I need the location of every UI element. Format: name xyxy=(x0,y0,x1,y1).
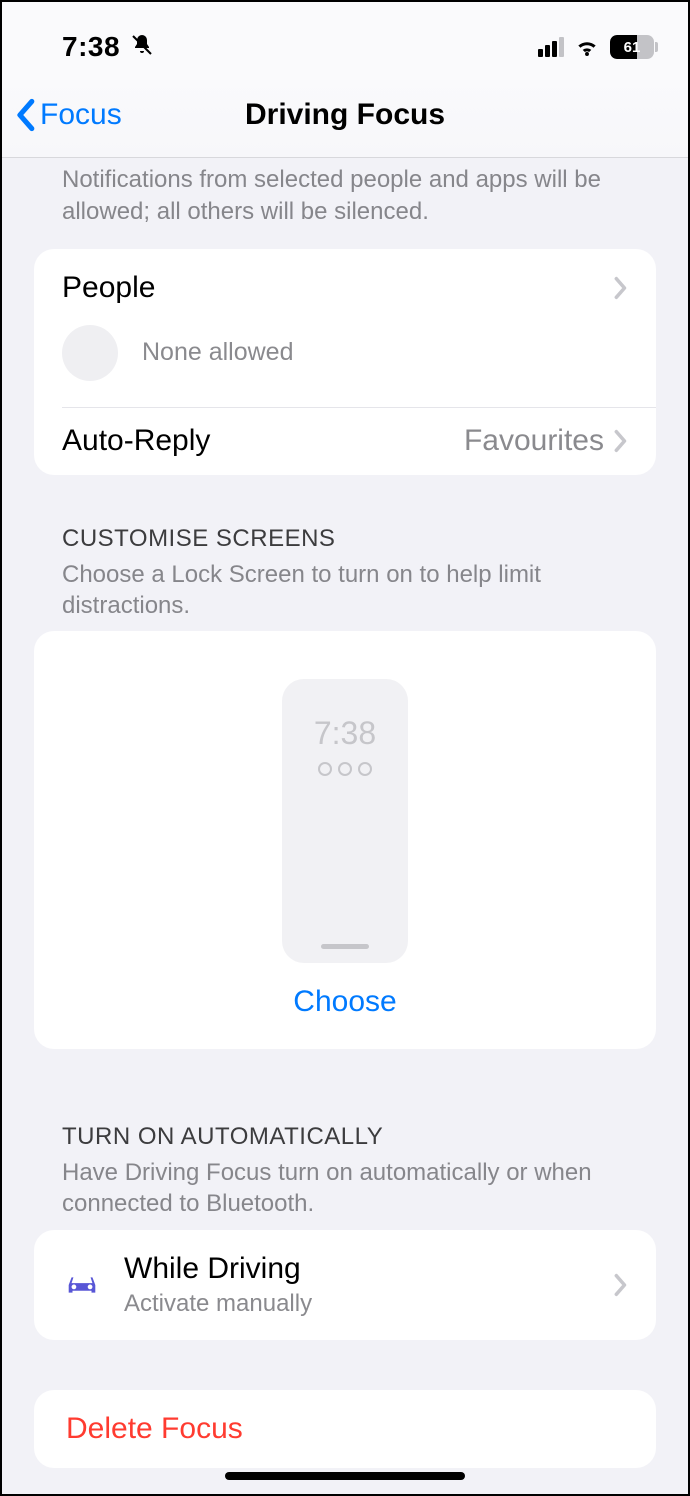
lock-screen-preview-time: 7:38 xyxy=(314,715,376,752)
delete-card: Delete Focus xyxy=(34,1390,656,1468)
silent-bell-icon xyxy=(130,33,154,62)
lock-screen-preview[interactable]: 7:38 xyxy=(282,679,408,963)
choose-button[interactable]: Choose xyxy=(293,985,396,1019)
auto-reply-value: Favourites xyxy=(464,424,604,458)
back-button[interactable]: Focus xyxy=(14,72,122,157)
page-title: Driving Focus xyxy=(245,98,445,132)
chevron-right-icon xyxy=(614,276,628,300)
auto-reply-row[interactable]: Auto-Reply Favourites xyxy=(34,407,656,475)
home-indicator[interactable] xyxy=(225,1472,465,1480)
preview-dots-icon xyxy=(318,762,372,776)
auto-reply-label: Auto-Reply xyxy=(62,424,464,458)
while-driving-sub: Activate manually xyxy=(124,1290,592,1318)
chevron-right-icon xyxy=(614,1273,628,1297)
customise-screens-header: Customise Screens xyxy=(2,525,688,559)
screens-card: 7:38 Choose xyxy=(34,631,656,1049)
people-row[interactable]: People None allowed xyxy=(34,249,656,407)
delete-focus-button[interactable]: Delete Focus xyxy=(34,1390,656,1468)
while-driving-label: While Driving xyxy=(124,1252,592,1286)
chevron-left-icon xyxy=(14,98,36,132)
turn-on-automatically-description: Have Driving Focus turn on automatically… xyxy=(2,1157,688,1229)
automatic-card: While Driving Activate manually xyxy=(34,1230,656,1340)
avatar-placeholder-icon xyxy=(62,325,118,381)
people-label: People xyxy=(62,271,614,305)
battery-percent: 61 xyxy=(610,35,654,59)
content-scroll[interactable]: Notifications from selected people and a… xyxy=(2,158,688,1494)
allow-notifications-description: Notifications from selected people and a… xyxy=(2,158,688,249)
customise-screens-description: Choose a Lock Screen to turn on to help … xyxy=(2,559,688,631)
status-bar: 7:38 61 xyxy=(2,2,688,72)
back-label: Focus xyxy=(40,98,122,132)
status-time: 7:38 xyxy=(62,31,120,63)
people-none-label: None allowed xyxy=(142,338,294,367)
chevron-right-icon xyxy=(614,429,628,453)
notifications-card: People None allowed Auto-Reply Favourite… xyxy=(34,249,656,475)
car-icon xyxy=(62,1272,102,1298)
while-driving-row[interactable]: While Driving Activate manually xyxy=(34,1230,656,1340)
turn-on-automatically-header: Turn On Automatically xyxy=(2,1123,688,1157)
wifi-icon xyxy=(574,32,600,63)
navigation-bar: Focus Driving Focus xyxy=(2,72,688,158)
cellular-signal-icon xyxy=(538,37,564,57)
battery-indicator: 61 xyxy=(610,35,658,59)
preview-home-bar-icon xyxy=(321,944,369,949)
